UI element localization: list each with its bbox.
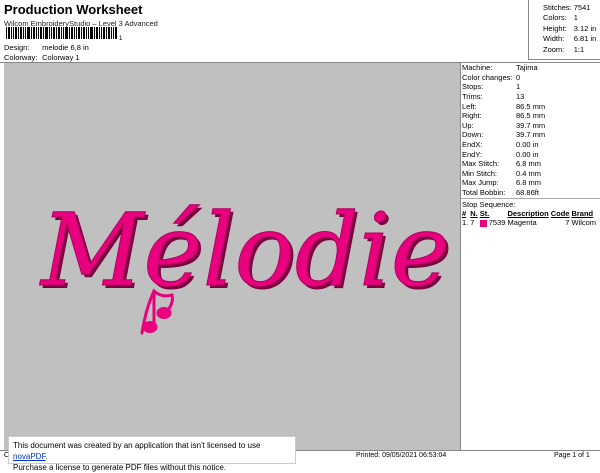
design-text: Mélodie (39, 192, 450, 309)
machine-specs-panel: Machine: Tajima Color changes: 0 Stops: 1 T… (460, 63, 600, 450)
spec-label: Max Jump: (462, 178, 499, 188)
design-label: Design: (4, 43, 30, 52)
notice-text: . (45, 452, 48, 461)
thread-brand: Wilcom (571, 218, 597, 228)
stat-label: Zoom: (543, 44, 565, 54)
stat-value: 3.12 in (573, 23, 597, 33)
page-title: Production Worksheet (4, 2, 143, 17)
spec-row: Total Bobbin: 68.86ft (462, 188, 545, 198)
design-stats: Stitches: 7541 Colors: 1 Height: 3.12 in Wi… (528, 0, 600, 60)
color-swatch (479, 219, 487, 227)
spec-row: Max Jump: 6.8 mm (462, 178, 545, 188)
spec-value: 0.00 in (516, 149, 539, 159)
spec-value: 1 (516, 82, 521, 92)
thread-code: 7 (565, 218, 570, 228)
column-header: # (462, 209, 467, 219)
table-row: 1. 7 7539 Magenta 7 Wilcom (462, 218, 598, 227)
novapdf-link[interactable]: novaPDF (13, 452, 45, 461)
spec-row: Right: 86.5 mm (462, 111, 545, 121)
stop-sequence-table: # N. St. Description Code Brand 1. 7 753… (462, 209, 598, 227)
spec-row: Min Stitch: 0.4 mm (462, 169, 545, 179)
spec-value: 13 (516, 92, 525, 102)
spec-label: Max Stitch: (462, 159, 500, 169)
spec-value: 86.5 mm (516, 111, 546, 121)
printed-date: Printed: 09/05/2021 06:53:04 (356, 452, 447, 459)
stitch-count-cell: 7539 (479, 218, 508, 228)
spec-row: Color changes: 0 (462, 73, 545, 83)
spec-value: 68.86ft (516, 188, 539, 198)
stat-row: Zoom: 1:1 (543, 44, 598, 55)
stat-value: 7541 (573, 2, 591, 12)
spec-row: Trims: 13 (462, 92, 545, 102)
page-number: Page 1 of 1 (554, 452, 590, 459)
spec-row: Up: 39.7 mm (462, 121, 545, 131)
stop-number: 1. (462, 218, 469, 228)
stitch-count: 7539 (488, 218, 506, 228)
spec-label: Total Bobbin: (462, 188, 506, 198)
spec-row: EndY: 0.00 in (462, 149, 545, 159)
spec-label: EndY: (462, 149, 483, 159)
design-value: melodie 6,8 in (42, 43, 89, 52)
column-header: N. (470, 209, 478, 219)
spec-value: 39.7 mm (516, 120, 546, 130)
stat-label: Colors: (543, 13, 567, 23)
needle-number: 7 (470, 218, 475, 228)
colorway-value: Colorway 1 (42, 53, 80, 62)
stat-label: Stitches: (543, 2, 572, 12)
stop-sequence-heading: Stop Sequence: (461, 198, 600, 209)
spec-row: Machine: Tajima (462, 63, 545, 73)
spec-label: Left: (462, 101, 477, 111)
stat-row: Colors: 1 (543, 13, 598, 24)
column-header: St. (479, 209, 490, 219)
design-row: Design: melodie 6,8 in (4, 43, 89, 52)
stat-value: 1 (573, 13, 578, 23)
spec-label: Up: (462, 120, 474, 130)
spec-value: 0 (516, 72, 521, 82)
design-preview: Mélodie Mélodie (4, 63, 460, 450)
spec-label: Down: (462, 130, 484, 140)
spec-label: Color changes: (462, 72, 513, 82)
spec-value: 6.8 mm (516, 159, 542, 169)
column-header: Code (550, 209, 570, 219)
notice-text: This document was created by an applicat… (13, 441, 261, 450)
stop-sequence-header: # N. St. Description Code Brand (462, 209, 598, 218)
stat-value: 6.81 in (573, 34, 597, 44)
notice-line-1: This document was created by an applicat… (13, 440, 291, 462)
thread-description: Magenta (507, 218, 537, 228)
spec-row: Stops: 1 (462, 82, 545, 92)
stat-row: Stitches: 7541 (543, 2, 598, 13)
barcode-digit: 1 (119, 36, 123, 41)
stat-row: Height: 3.12 in (543, 23, 598, 34)
embroidery-design: Mélodie Mélodie (39, 192, 453, 335)
colorway-row: Colorway: Colorway 1 (4, 53, 80, 62)
stat-label: Width: (543, 34, 565, 44)
spec-label: Machine: (462, 63, 493, 73)
spec-value: 6.8 mm (516, 178, 542, 188)
spec-value: 0.00 in (516, 140, 539, 150)
spec-label: Trims: (462, 92, 483, 102)
spec-value: Tajima (516, 63, 538, 73)
spec-label: Stops: (462, 82, 484, 92)
stat-row: Width: 6.81 in (543, 34, 598, 45)
spec-label: EndX: (462, 140, 483, 150)
barcode: 1 (6, 27, 123, 41)
spec-label: Min Stitch: (462, 168, 498, 178)
stat-value: 1:1 (573, 44, 585, 54)
column-header: Brand (571, 209, 594, 219)
spec-row: Down: 39.7 mm (462, 130, 545, 140)
column-header: Description (507, 209, 549, 219)
spec-row: EndX: 0.00 in (462, 140, 545, 150)
spec-label: Right: (462, 111, 482, 121)
spec-value: 39.7 mm (516, 130, 546, 140)
spec-value: 86.5 mm (516, 101, 546, 111)
spec-row: Max Stitch: 6.8 mm (462, 159, 545, 169)
license-notice: This document was created by an applicat… (8, 436, 296, 472)
spec-value: 0.4 mm (516, 168, 542, 178)
spec-row: Left: 86.5 mm (462, 101, 545, 111)
colorway-label: Colorway: (4, 53, 38, 62)
stat-label: Height: (543, 23, 567, 33)
